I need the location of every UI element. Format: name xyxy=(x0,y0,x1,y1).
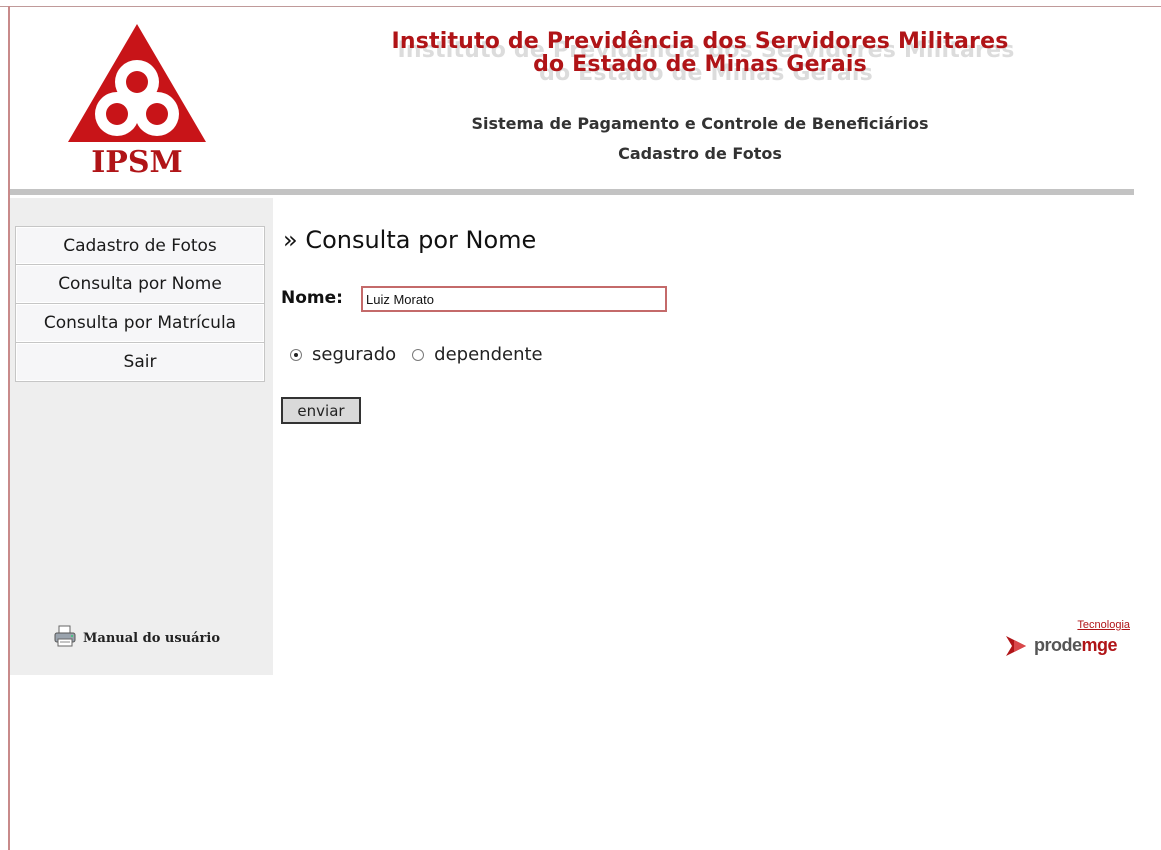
title-line2: do Estado de Minas Gerais xyxy=(533,52,867,77)
segurado-radio[interactable] xyxy=(290,348,302,361)
frame-top-border xyxy=(0,6,1161,7)
system-name: Sistema de Pagamento e Controle de Benef… xyxy=(471,114,929,133)
printer-icon xyxy=(53,625,77,651)
title-line1: Instituto de Previdência dos Servidores … xyxy=(391,29,1009,54)
sidebar-item-consulta-por-nome[interactable]: Consulta por Nome xyxy=(15,265,265,304)
type-radio-group: segurado dependente xyxy=(290,344,559,365)
page-title: » Consulta por Nome xyxy=(283,226,537,254)
manual-label: Manual do usuário xyxy=(83,630,220,646)
brand-tagline: Tecnologia xyxy=(1077,619,1130,631)
name-input[interactable] xyxy=(361,286,667,312)
sidebar: Cadastro de Fotos Consulta por Nome Cons… xyxy=(10,198,273,675)
sidebar-nav: Cadastro de Fotos Consulta por Nome Cons… xyxy=(15,226,265,382)
dependente-label: dependente xyxy=(434,344,543,365)
logo-text: IPSM xyxy=(91,145,182,177)
sidebar-item-sair[interactable]: Sair xyxy=(15,343,265,382)
module-name: Cadastro de Fotos xyxy=(618,144,782,163)
header-divider xyxy=(10,189,1134,195)
prodemge-logo: Tecnologia prodemge xyxy=(1004,619,1132,661)
sidebar-item-cadastro-de-fotos[interactable]: Cadastro de Fotos xyxy=(15,226,265,265)
name-label: Nome: xyxy=(281,288,343,308)
brand-name: prodemge xyxy=(1034,635,1118,656)
segurado-label: segurado xyxy=(312,344,397,365)
ipsm-logo: IPSM xyxy=(62,22,212,180)
brand-name-part2: mge xyxy=(1081,635,1118,655)
sidebar-item-consulta-por-matricula[interactable]: Consulta por Matrícula xyxy=(15,304,265,343)
brand-name-part1: prode xyxy=(1034,635,1082,655)
institution-title: Instituto de Previdência dos Servidores … xyxy=(300,29,1100,85)
dependente-radio[interactable] xyxy=(412,348,425,361)
manual-link[interactable]: Manual do usuário xyxy=(53,625,220,651)
chevron-right-icon xyxy=(1006,636,1026,656)
submit-button[interactable]: enviar xyxy=(281,397,361,424)
